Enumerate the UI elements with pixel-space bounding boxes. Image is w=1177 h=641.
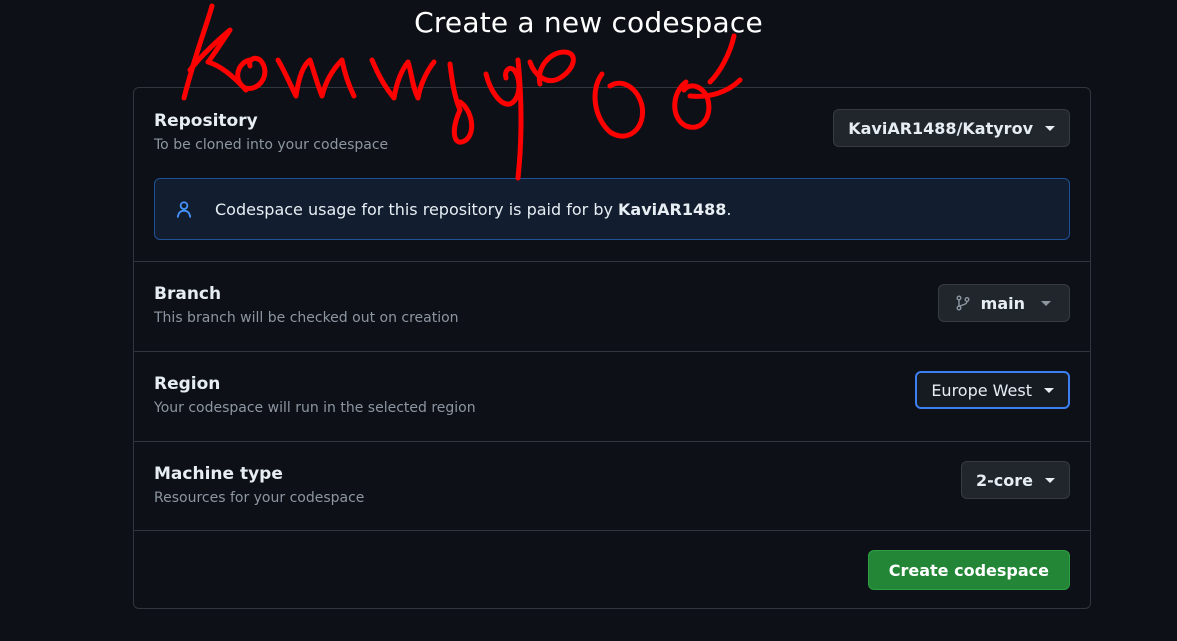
page-title: Create a new codespace	[414, 6, 763, 39]
billing-notice-prefix: Codespace usage for this repository is p…	[215, 199, 619, 219]
billing-notice-payer: KaviAR1488	[618, 199, 727, 219]
person-icon	[176, 201, 192, 218]
region-label: Region	[154, 374, 221, 394]
region-select-value: Europe West	[931, 380, 1032, 400]
billing-notice-text: Codespace usage for this repository is p…	[215, 200, 731, 219]
caret-down-icon	[1044, 387, 1054, 393]
region-section: Region Your codespace will run in the se…	[134, 351, 1090, 442]
branch-label: Branch	[154, 284, 222, 304]
caret-down-icon	[1041, 300, 1051, 306]
create-codespace-button[interactable]: Create codespace	[867, 550, 1070, 590]
page: Create a new codespace Repository To be …	[0, 0, 1177, 641]
billing-notice: Codespace usage for this repository is p…	[154, 178, 1070, 240]
git-branch-icon	[956, 295, 970, 311]
machine-type-select-button[interactable]: 2-core	[961, 461, 1070, 499]
create-codespace-panel: Repository To be cloned into your codesp…	[133, 87, 1091, 609]
branch-select-button[interactable]: main	[937, 284, 1070, 322]
machine-type-select-value: 2-core	[976, 470, 1033, 490]
billing-notice-suffix: .	[726, 199, 732, 219]
machine-type-label: Machine type	[154, 464, 283, 484]
caret-down-icon	[1045, 125, 1055, 131]
repository-description: To be cloned into your codespace	[154, 137, 389, 153]
branch-section: Branch This branch will be checked out o…	[134, 261, 1090, 352]
branch-description: This branch will be checked out on creat…	[154, 310, 459, 326]
repository-section: Repository To be cloned into your codesp…	[134, 88, 1090, 262]
branch-select-value: main	[980, 293, 1025, 313]
repository-select-button[interactable]: KaviAR1488/Katyrov	[833, 109, 1070, 147]
repository-select-value: KaviAR1488/Katyrov	[848, 118, 1033, 138]
panel-footer: Create codespace	[134, 530, 1090, 609]
machine-type-section: Machine type Resources for your codespac…	[134, 441, 1090, 531]
repository-label: Repository	[154, 111, 258, 131]
region-select-button[interactable]: Europe West	[915, 371, 1070, 409]
caret-down-icon	[1045, 477, 1055, 483]
machine-type-description: Resources for your codespace	[154, 490, 365, 506]
region-description: Your codespace will run in the selected …	[154, 400, 476, 416]
